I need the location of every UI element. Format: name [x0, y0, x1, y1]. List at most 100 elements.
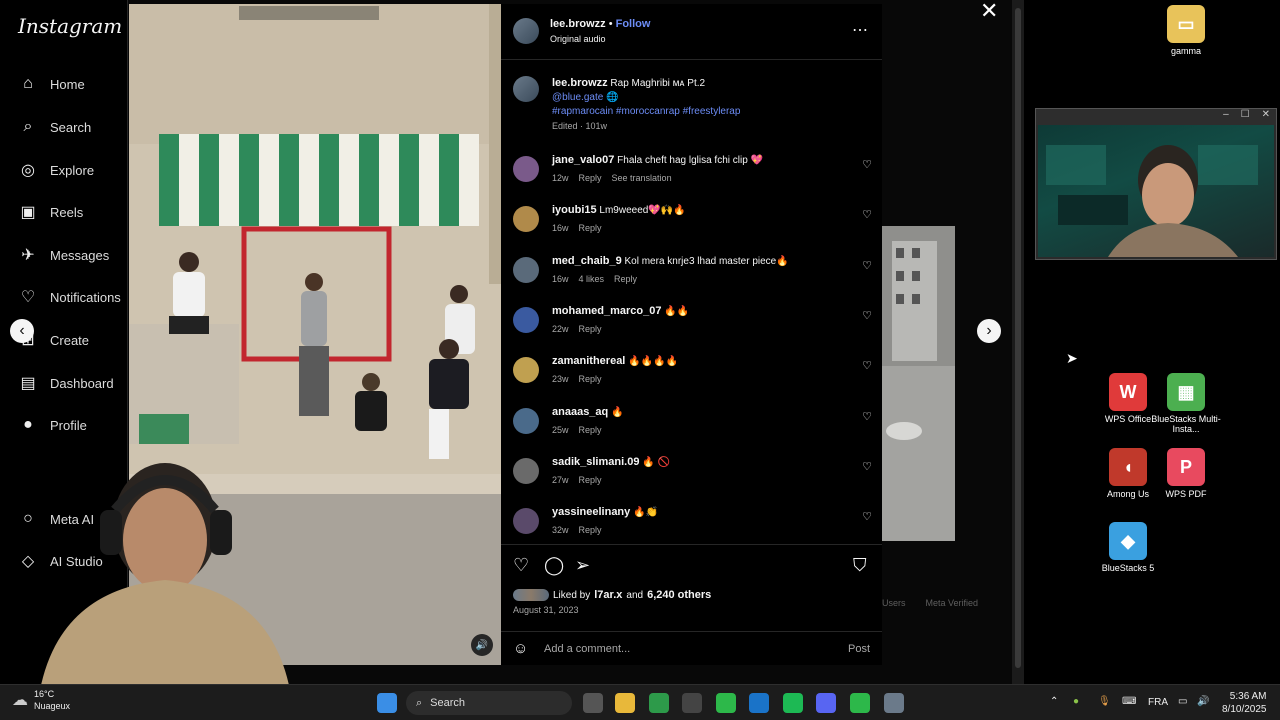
desktop-icon-gamma[interactable]: ▭ gamma	[1151, 5, 1221, 56]
footer-link-users[interactable]: Users	[882, 598, 906, 608]
settings-icon[interactable]	[884, 693, 904, 713]
sidebar-item-explore[interactable]: ◎ Explore	[18, 160, 94, 180]
spotify-icon[interactable]	[783, 693, 803, 713]
commenter-username[interactable]: sadik_slimani.09	[552, 456, 639, 468]
comment-like-icon[interactable]: ♡	[862, 359, 872, 372]
reply-button[interactable]: Reply	[579, 173, 602, 183]
comment-like-icon[interactable]: ♡	[862, 510, 872, 523]
comment-likes[interactable]: 4 likes	[579, 274, 605, 284]
scrollbar[interactable]	[1012, 0, 1024, 684]
desktop-icon-bluestacks[interactable]: ▦ BlueStacks Multi-Insta...	[1151, 373, 1221, 434]
comment-like-icon[interactable]: ♡	[862, 460, 872, 473]
sidebar-item-notifications[interactable]: ♡ Notifications	[18, 287, 121, 307]
see-translation-button[interactable]: See translation	[612, 173, 672, 183]
footer-link-meta-verified[interactable]: Meta Verified	[926, 598, 979, 608]
reply-button[interactable]: Reply	[579, 223, 602, 233]
file-explorer-icon[interactable]	[615, 693, 635, 713]
caption-hashtags[interactable]: #rapmarocain #moroccanrap #freestylerap	[552, 106, 740, 117]
maximize-icon[interactable]: ☐	[1241, 109, 1250, 125]
sidebar-item-home[interactable]: ⌂ Home	[18, 74, 85, 94]
commenter-username[interactable]: anaaas_aq	[552, 406, 608, 418]
follow-button[interactable]: Follow	[616, 18, 651, 30]
like-icon[interactable]: ♡	[513, 555, 529, 576]
commenter-avatar[interactable]	[513, 306, 539, 333]
next-post-button[interactable]: ›	[977, 319, 1001, 343]
comment-age[interactable]: 32w	[552, 525, 569, 535]
chatgpt-icon[interactable]	[682, 693, 702, 713]
tray-app-icon[interactable]: ●	[1073, 696, 1079, 707]
sidebar-item-profile[interactable]: ● Profile	[18, 415, 87, 435]
desktop-icon-bluestacks[interactable]: ◆ BlueStacks 5	[1093, 522, 1163, 573]
comment-like-icon[interactable]: ♡	[862, 309, 872, 322]
comment-like-icon[interactable]: ♡	[862, 410, 872, 423]
comment-age[interactable]: 12w	[552, 173, 569, 183]
save-icon[interactable]: ⛉	[853, 555, 867, 576]
commenter-avatar[interactable]	[513, 357, 539, 384]
reply-button[interactable]: Reply	[579, 525, 602, 535]
more-options-icon[interactable]: ⋯	[852, 20, 868, 40]
commenter-username[interactable]: iyoubi15	[552, 204, 597, 216]
volume-icon[interactable]: 🔊	[1197, 696, 1209, 707]
caption-mention[interactable]: @blue.gate 🌐	[552, 92, 619, 103]
commenter-avatar[interactable]	[513, 407, 539, 434]
author-username[interactable]: lee.browzz	[550, 18, 606, 30]
commenter-username[interactable]: zamanithereal	[552, 355, 625, 367]
camera-window[interactable]: – ☐ ✕	[1035, 108, 1277, 260]
close-icon[interactable]: ✕	[1262, 109, 1270, 125]
discord-icon[interactable]	[816, 693, 836, 713]
comment-age[interactable]: 16w	[552, 223, 569, 233]
reply-button[interactable]: Reply	[579, 475, 602, 485]
audio-label[interactable]: Original audio	[550, 34, 606, 44]
emoji-icon[interactable]: ☺	[513, 640, 528, 657]
sidebar-item-dashboard[interactable]: ▤ Dashboard	[18, 373, 113, 393]
sidebar-item-reels[interactable]: ▣ Reels	[18, 202, 83, 222]
commenter-avatar[interactable]	[513, 256, 539, 283]
taskbar-search[interactable]: ⌕ Search	[406, 691, 572, 715]
network-icon[interactable]: ▭	[1178, 696, 1187, 707]
likes-user[interactable]: l7ar.x	[594, 589, 622, 601]
comment-like-icon[interactable]: ♡	[862, 259, 872, 272]
sidebar-item-messages[interactable]: ✈ Messages	[18, 245, 109, 265]
comment-input[interactable]: Add a comment...	[544, 643, 630, 655]
post-comment-button[interactable]: Post	[848, 643, 870, 655]
chrome-icon[interactable]	[649, 693, 669, 713]
commenter-avatar[interactable]	[513, 206, 539, 233]
comment-age[interactable]: 16w	[552, 274, 569, 284]
language-indicator[interactable]: FRA	[1148, 697, 1168, 708]
desktop-icon-wps[interactable]: P WPS PDF	[1151, 448, 1221, 499]
post-date[interactable]: August 31, 2023	[513, 605, 579, 615]
commenter-avatar[interactable]	[513, 457, 539, 484]
commenter-username[interactable]: yassineelinany	[552, 506, 630, 518]
previous-post-button[interactable]: ‹	[10, 319, 34, 343]
instagram-logo[interactable]: Instagram	[18, 14, 122, 38]
windows-start-icon[interactable]	[377, 693, 397, 713]
commenter-username[interactable]: jane_valo07	[552, 154, 614, 166]
reply-button[interactable]: Reply	[579, 374, 602, 384]
scrollbar-thumb[interactable]	[1015, 8, 1021, 668]
mute-icon[interactable]: 🔊	[471, 634, 493, 656]
caption-username[interactable]: lee.browzz	[552, 77, 608, 89]
next-post-preview[interactable]	[882, 226, 955, 541]
weather-widget[interactable]: ☁ 16°C Nuageux	[12, 688, 70, 712]
tray-chevron-icon[interactable]: ⌃	[1050, 696, 1058, 707]
author-avatar[interactable]	[513, 18, 539, 44]
outlook-icon[interactable]	[749, 693, 769, 713]
microphone-icon[interactable]: 🎙	[1098, 696, 1111, 707]
close-icon[interactable]: ✕	[980, 0, 998, 24]
sidebar-item-search[interactable]: ⌕ Search	[18, 117, 92, 137]
clock[interactable]: 5:36 AM 8/10/2025	[1222, 690, 1267, 716]
comment-age[interactable]: 25w	[552, 425, 569, 435]
comment-icon[interactable]: ◯	[544, 555, 564, 576]
reply-button[interactable]: Reply	[579, 324, 602, 334]
caption-avatar[interactable]	[513, 76, 539, 102]
comment-age[interactable]: 27w	[552, 475, 569, 485]
reply-button[interactable]: Reply	[579, 425, 602, 435]
play-store-icon[interactable]	[850, 693, 870, 713]
commenter-avatar[interactable]	[513, 156, 539, 182]
share-icon[interactable]: ➢	[575, 555, 590, 576]
play-icon[interactable]	[716, 693, 736, 713]
comment-like-icon[interactable]: ♡	[862, 158, 872, 171]
keyboard-icon[interactable]: ⌨	[1122, 696, 1136, 707]
commenter-avatar[interactable]	[513, 508, 539, 535]
comment-age[interactable]: 22w	[552, 324, 569, 334]
